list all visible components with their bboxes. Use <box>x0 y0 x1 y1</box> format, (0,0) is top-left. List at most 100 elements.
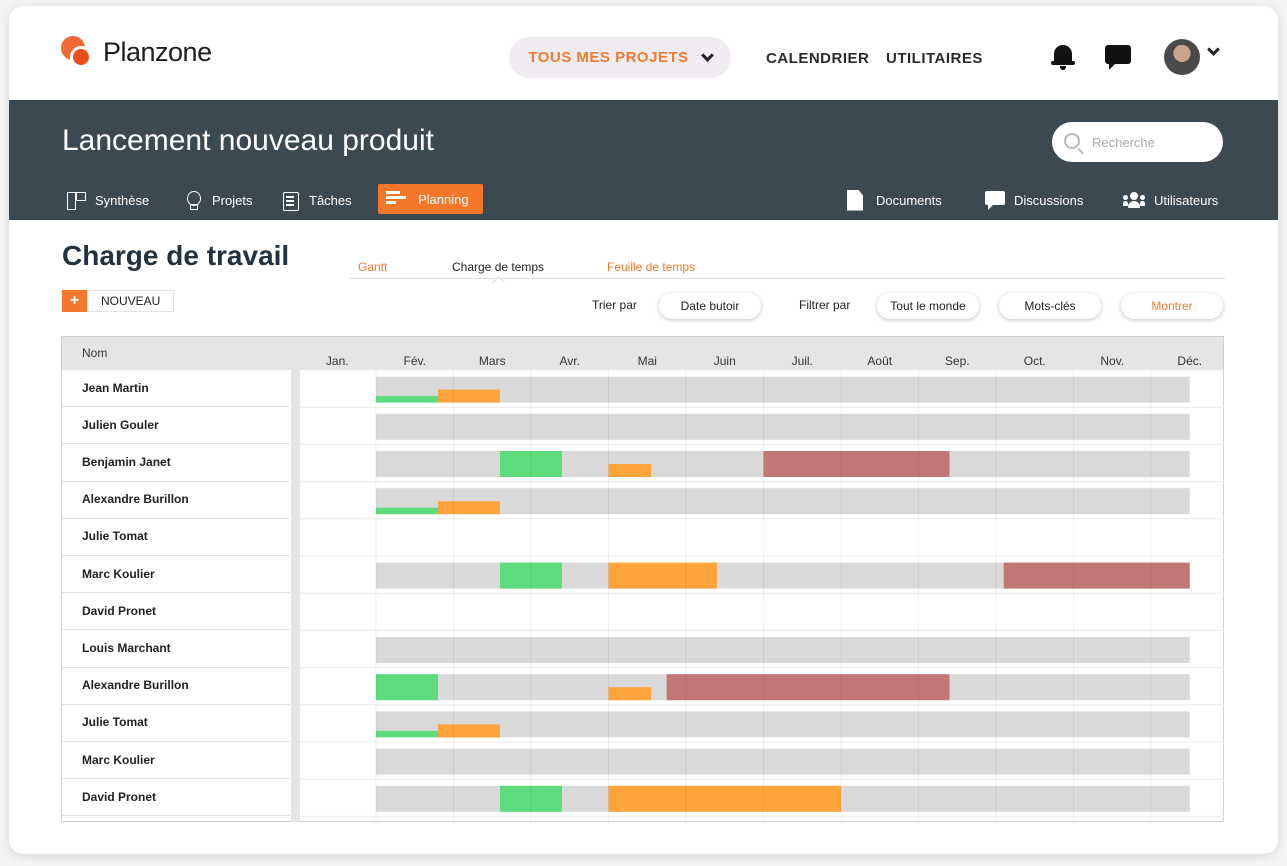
month-header: Fév. <box>403 354 426 368</box>
sort-label: Trier par <box>592 298 637 312</box>
table-row[interactable]: Jean Martin <box>62 370 290 408</box>
all-projects-dropdown[interactable]: TOUS MES PROJETS <box>509 37 731 78</box>
tab-documents[interactable]: Documents <box>847 185 942 215</box>
month-header: Avr. <box>559 354 580 368</box>
logo[interactable]: Planzone <box>61 36 212 68</box>
table-row[interactable]: Julie Tomat <box>62 519 290 556</box>
tab-projets-label: Projets <box>212 192 253 208</box>
tab-planning-label: Planning <box>418 191 469 207</box>
document-icon <box>847 189 863 211</box>
workload-bar-green[interactable] <box>376 396 438 403</box>
workload-bar-red[interactable] <box>763 451 950 477</box>
avatar[interactable] <box>1164 39 1200 75</box>
capacity-bar[interactable] <box>376 748 1190 775</box>
tab-discussions[interactable]: Discussions <box>985 185 1083 215</box>
table-row[interactable]: Alexandre Burillon <box>62 482 290 519</box>
workload-bar-orange[interactable] <box>608 785 842 812</box>
person-name: Marc Koulier <box>82 752 155 767</box>
table-row[interactable]: Marc Koulier <box>62 742 290 780</box>
workload-grid: Nom Jan. Fév. Mars Avr. Mai Juin Juil. Août Sep.… <box>61 336 1224 822</box>
workload-bar-red[interactable] <box>666 674 950 701</box>
tab-documents-label: Documents <box>876 192 942 208</box>
person-name: Julie Tomat <box>82 529 148 544</box>
page-title: Charge de travail <box>62 240 290 271</box>
table-row[interactable]: Julie Tomat <box>62 705 290 742</box>
bell-icon[interactable] <box>1051 43 1075 71</box>
person-name: Alexandre Burillon <box>82 492 189 507</box>
chevron-down-icon <box>700 48 714 62</box>
month-header: Mars <box>478 354 506 368</box>
month-header: Août <box>867 354 893 368</box>
tab-taches-label: Tâches <box>309 192 352 208</box>
lightbulb-icon <box>183 190 203 210</box>
new-button[interactable]: + NOUVEAU <box>62 290 175 312</box>
logo-text: Planzone <box>103 36 212 67</box>
dashboard-icon <box>66 190 86 210</box>
table-row[interactable]: Benjamin Janet <box>62 444 290 482</box>
capacity-bar[interactable] <box>376 637 1190 663</box>
workload-bar-orange[interactable] <box>608 687 652 701</box>
person-name: Julien Gouler <box>82 417 159 432</box>
table-row[interactable]: David Pronet <box>62 593 290 631</box>
keywords-button[interactable]: Mots-clés <box>999 293 1101 319</box>
tab-taches[interactable]: Tâches <box>280 185 352 215</box>
plus-icon: + <box>62 290 87 312</box>
person-name: David Pronet <box>82 789 157 804</box>
tab-planning[interactable]: Planning <box>378 184 483 214</box>
workload-bar-green[interactable] <box>376 730 438 738</box>
sort-dropdown[interactable]: Date butoir <box>659 293 761 319</box>
table-row[interactable]: David Pronet <box>62 779 290 817</box>
person-name: Marc Koulier <box>82 566 155 581</box>
tab-synthese[interactable]: Synthèse <box>66 185 149 215</box>
app-window: Planzone TOUS MES PROJETS CALENDRIER UTI… <box>9 6 1278 854</box>
workload-bar-green[interactable] <box>376 674 438 701</box>
planzone-logo-icon <box>61 36 93 68</box>
workload-bar-green[interactable] <box>376 507 438 515</box>
utilities-link[interactable]: UTILITAIRES <box>886 50 983 67</box>
tab-feuille-de-temps[interactable]: Feuille de temps <box>607 260 695 274</box>
workload-bar-orange[interactable] <box>608 562 718 589</box>
filter-label: Filtrer par <box>799 298 851 312</box>
tab-utilisateurs-label: Utilisateurs <box>1154 192 1219 208</box>
workload-bar-orange[interactable] <box>438 501 500 515</box>
table-row[interactable]: Louis Marchant <box>62 630 290 668</box>
table-row[interactable]: Julien Gouler <box>62 407 290 445</box>
workload-bar-orange[interactable] <box>438 724 500 738</box>
names-column: Jean Martin Julien Gouler Benjamin Janet Al… <box>62 370 290 822</box>
tab-synthese-label: Synthèse <box>95 192 150 208</box>
month-header: Déc. <box>1177 354 1203 368</box>
planning-icon <box>386 191 406 207</box>
search-placeholder: Recherche <box>1092 135 1155 150</box>
workload-bar-red[interactable] <box>1003 562 1190 589</box>
month-header: Oct. <box>1023 354 1046 368</box>
person-name: Julie Tomat <box>82 715 148 730</box>
table-row[interactable]: Marc Koulier <box>62 556 290 594</box>
show-button[interactable]: Montrer <box>1121 293 1223 319</box>
tab-gantt[interactable]: Gantt <box>358 260 387 274</box>
month-header: Juin <box>713 354 736 368</box>
person-name: Alexandre Burillon <box>82 678 189 693</box>
tab-utilisateurs[interactable]: Utilisateurs <box>1123 185 1218 215</box>
tab-projets[interactable]: Projets <box>183 185 252 215</box>
person-name: Louis Marchant <box>82 640 171 655</box>
name-column-header[interactable]: Nom <box>82 346 107 360</box>
person-name: David Pronet <box>82 603 157 618</box>
search-icon <box>1064 133 1080 149</box>
filter-dropdown[interactable]: Tout le monde <box>877 293 979 319</box>
search-input[interactable]: Recherche <box>1052 122 1223 162</box>
workload-bar-orange[interactable] <box>608 464 652 477</box>
workload-chart <box>300 370 1224 822</box>
tab-charge-de-temps[interactable]: Charge de temps <box>452 260 544 274</box>
workload-bar-orange[interactable] <box>438 389 500 403</box>
column-separator[interactable] <box>291 370 300 822</box>
tab-discussions-label: Discussions <box>1014 192 1084 208</box>
capacity-bar[interactable] <box>376 413 1190 440</box>
chat-icon[interactable] <box>1105 45 1131 71</box>
new-button-label: NOUVEAU <box>87 290 175 312</box>
calendar-link[interactable]: CALENDRIER <box>766 50 869 67</box>
table-row[interactable]: Alexandre Burillon <box>62 668 290 705</box>
month-header: Jan. <box>325 354 349 368</box>
users-icon <box>1123 192 1145 208</box>
top-navigation: Planzone TOUS MES PROJETS CALENDRIER UTI… <box>9 6 1278 100</box>
chevron-down-icon[interactable] <box>1207 43 1220 56</box>
